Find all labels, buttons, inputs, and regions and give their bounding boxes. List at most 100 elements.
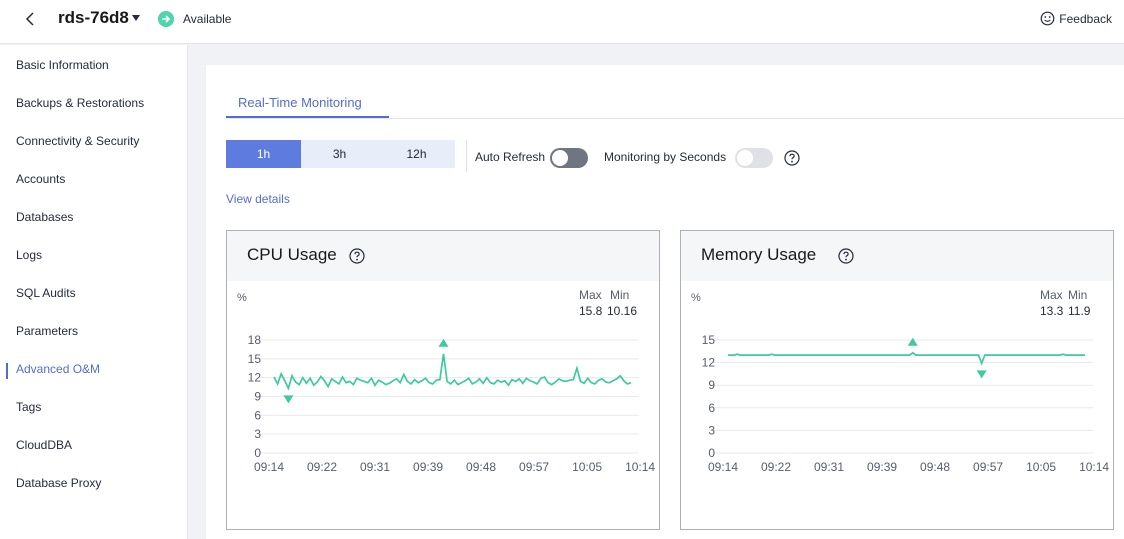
series-line (728, 351, 1085, 366)
y-tick-label: 12 (702, 356, 716, 370)
x-tick-label: 09:22 (761, 460, 791, 474)
y-tick-label: 3 (254, 427, 261, 441)
help-icon[interactable] (838, 248, 854, 264)
x-tick-label: 10:05 (1026, 460, 1056, 474)
help-icon[interactable] (784, 150, 800, 166)
sidebar-item-label: Databases (16, 210, 74, 224)
sidebar-item-label: SQL Audits (16, 286, 76, 300)
min-marker (283, 395, 294, 404)
sidebar: Basic Information Backups & Restorations… (0, 45, 188, 539)
x-tick-label: 09:22 (307, 460, 337, 474)
y-tick-label: 0 (708, 446, 715, 460)
sidebar-item-connectivity-security[interactable]: Connectivity & Security (0, 122, 188, 160)
x-tick-label: 10:14 (1079, 460, 1109, 474)
min-header: Min (1068, 288, 1088, 302)
sidebar-item-sql-audits[interactable]: SQL Audits (0, 274, 188, 312)
y-tick-label: 3 (708, 423, 715, 437)
cpu-usage-title: CPU Usage (247, 245, 337, 264)
min-value: 11.9 (1068, 304, 1091, 318)
y-tick-label: 12 (248, 371, 262, 385)
sidebar-item-databases[interactable]: Databases (0, 198, 188, 236)
sidebar-item-label: Advanced O&M (16, 362, 101, 376)
x-tick-label: 09:57 (973, 460, 1003, 474)
auto-refresh-label: Auto Refresh (475, 150, 546, 164)
top-bar: rds-76d8 Available Feedback (0, 0, 1124, 44)
sidebar-item-label: Database Proxy (16, 476, 102, 490)
min-header: Min (610, 288, 630, 302)
sidebar-item-database-proxy[interactable]: Database Proxy (0, 464, 188, 502)
sidebar-item-label: Accounts (16, 172, 66, 186)
x-tick-label: 09:39 (413, 460, 443, 474)
x-tick-label: 09:31 (814, 460, 844, 474)
x-tick-label: 09:39 (867, 460, 897, 474)
sidebar-item-basic-information[interactable]: Basic Information (0, 46, 188, 84)
back-arrow-icon[interactable] (22, 10, 40, 28)
smiley-icon (1040, 11, 1055, 26)
x-tick-label: 09:57 (519, 460, 549, 474)
y-tick-label: 18 (248, 333, 262, 347)
view-details-link[interactable]: View details (226, 192, 290, 206)
cpu-usage-chart: 0 3 6 9 12 15 18 09:14 09:22 09:31 09:39 09:48 09:57… (248, 333, 656, 474)
y-tick-label: 6 (254, 408, 261, 422)
min-marker (976, 370, 987, 379)
y-tick-label: 9 (708, 378, 715, 392)
max-marker (907, 337, 918, 346)
toggle-knob (737, 150, 753, 166)
tab-real-time-monitoring[interactable]: Real-Time Monitoring (238, 95, 362, 110)
sidebar-item-label: Basic Information (16, 58, 109, 72)
max-value: 15.8 (579, 304, 603, 318)
tab-active-indicator (226, 116, 389, 118)
auto-refresh-toggle[interactable] (550, 148, 588, 168)
y-unit-label: % (237, 292, 247, 304)
x-tick-label: 10:05 (572, 460, 602, 474)
y-tick-label: 6 (708, 401, 715, 415)
sidebar-item-label: Backups & Restorations (16, 96, 145, 110)
memory-usage-chart: 0 3 6 9 12 15 09:14 09:22 09:31 09:39 09:48 09:57 10… (702, 333, 1110, 474)
feedback-button[interactable]: Feedback (1040, 11, 1112, 26)
status-check-icon (158, 11, 174, 27)
tab-divider (226, 118, 1124, 119)
monitoring-by-seconds-toggle[interactable] (735, 148, 773, 168)
y-tick-label: 15 (248, 352, 262, 366)
x-tick-label: 10:14 (625, 460, 655, 474)
chevron-down-icon[interactable] (131, 14, 141, 22)
x-tick-label: 09:14 (708, 460, 738, 474)
sidebar-item-advanced-om[interactable]: Advanced O&M (0, 350, 188, 388)
range-12h-button[interactable]: 12h (378, 140, 455, 168)
time-range-selector: 1h 3h 12h (226, 140, 455, 168)
instance-name[interactable]: rds-76d8 (58, 8, 129, 28)
x-tick-label: 09:14 (254, 460, 284, 474)
y-tick-label: 0 (254, 446, 261, 460)
sidebar-item-logs[interactable]: Logs (0, 236, 188, 274)
x-tick-label: 09:48 (466, 460, 496, 474)
sidebar-item-parameters[interactable]: Parameters (0, 312, 188, 350)
sidebar-item-clouddba[interactable]: CloudDBA (0, 426, 188, 464)
range-3h-button[interactable]: 3h (301, 140, 378, 168)
sidebar-item-tags[interactable]: Tags (0, 388, 188, 426)
main-panel: Real-Time Monitoring 1h 3h 12h Auto Refr… (206, 65, 1124, 539)
sidebar-item-label: Tags (16, 400, 42, 414)
max-value: 13.3 (1040, 304, 1064, 318)
y-tick-label: 15 (702, 333, 716, 347)
memory-usage-card: Memory Usage % Max Min 13.3 11.9 0 3 6 9 12 1… (680, 230, 1114, 530)
y-unit-label: % (691, 292, 701, 304)
memory-usage-title: Memory Usage (701, 245, 817, 264)
sidebar-item-accounts[interactable]: Accounts (0, 160, 188, 198)
monitoring-by-seconds-label: Monitoring by Seconds (604, 150, 727, 164)
cpu-usage-card: CPU Usage % Max Min 15.8 10.16 0 3 6 9 12 15 1… (226, 230, 660, 530)
sidebar-item-label: Connectivity & Security (16, 134, 140, 148)
range-1h-button[interactable]: 1h (226, 140, 301, 168)
feedback-label: Feedback (1059, 11, 1112, 26)
help-icon[interactable] (349, 248, 365, 264)
max-header: Max (1040, 288, 1063, 302)
min-value: 10.16 (607, 304, 638, 318)
sidebar-item-label: CloudDBA (16, 438, 73, 452)
sidebar-item-label: Logs (16, 248, 43, 262)
max-header: Max (579, 288, 602, 302)
x-tick-label: 09:48 (920, 460, 950, 474)
sidebar-item-backups-restorations[interactable]: Backups & Restorations (0, 84, 188, 122)
x-tick-label: 09:31 (360, 460, 390, 474)
divider (466, 140, 467, 172)
instance-status: Available (183, 12, 232, 26)
toggle-knob (552, 150, 568, 166)
